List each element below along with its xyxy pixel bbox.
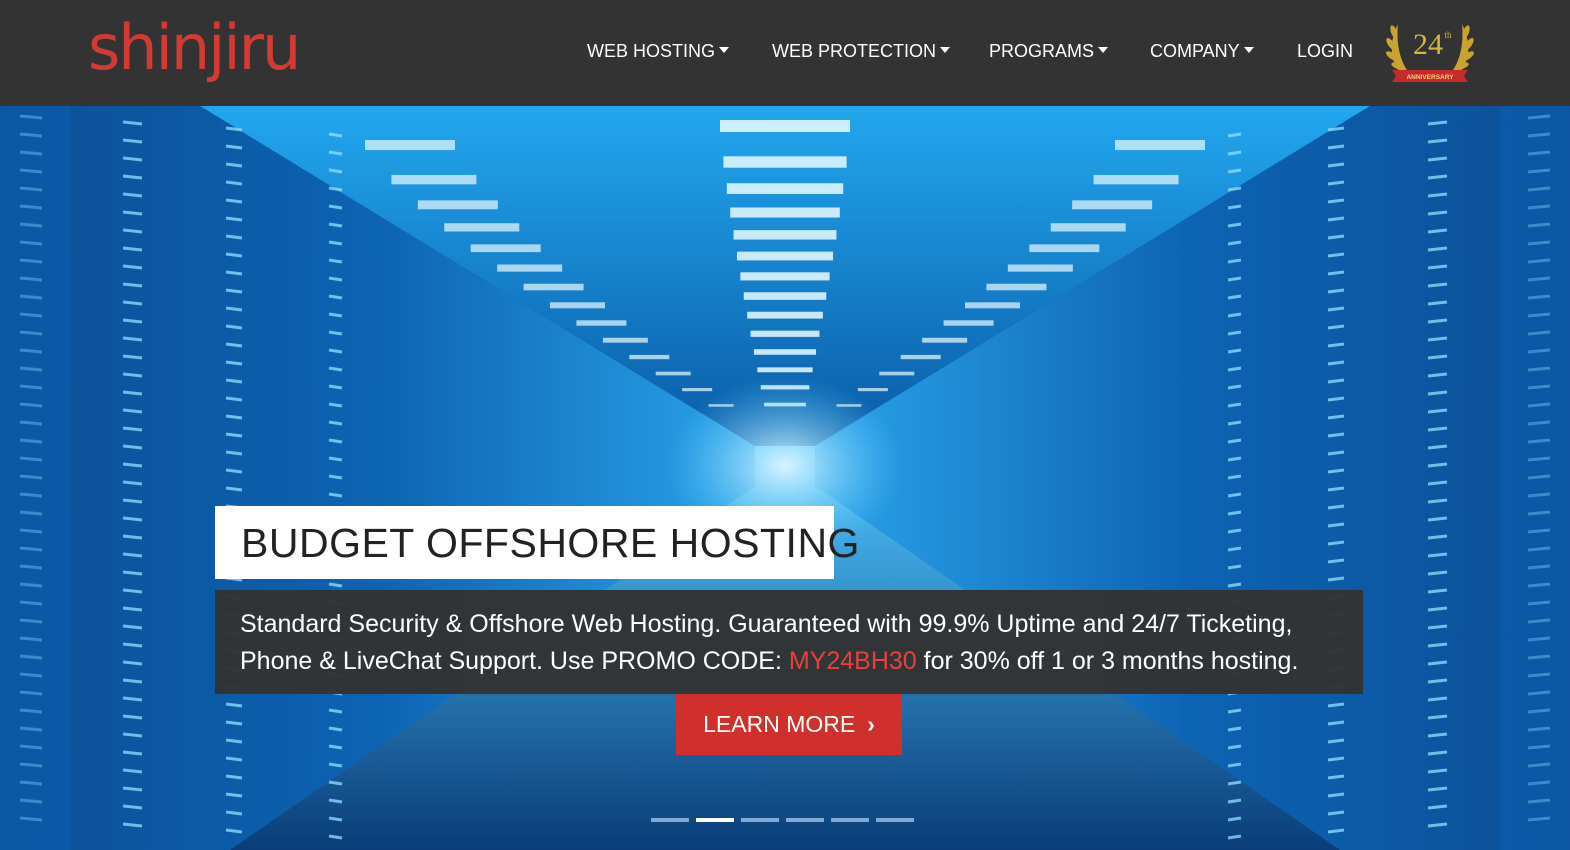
carousel-dot[interactable]: [876, 818, 914, 822]
hero-description-box: Standard Security & Offshore Web Hosting…: [215, 590, 1363, 694]
shinjiru-logo[interactable]: shinjiru: [88, 12, 301, 84]
hero-title: BUDGET OFFSHORE HOSTING: [241, 520, 860, 566]
hero-slider: BUDGET OFFSHORE HOSTING Standard Securit…: [0, 106, 1570, 850]
nav-web-hosting[interactable]: WEB HOSTING: [587, 38, 730, 64]
hero-description: Standard Security & Offshore Web Hosting…: [240, 610, 1299, 675]
nav-web-protection[interactable]: WEB PROTECTION: [772, 38, 951, 64]
top-navbar: shinjiru WEB HOSTING WEB PROTECTION PROG…: [0, 0, 1570, 106]
carousel-dot[interactable]: [831, 818, 869, 822]
svg-text:ANNIVERSARY: ANNIVERSARY: [1406, 74, 1454, 81]
learn-more-button[interactable]: LEARN MORE ›: [676, 694, 902, 755]
caret-down-icon: [1243, 47, 1254, 54]
promo-code: MY24BH30: [788, 647, 917, 675]
carousel-dot[interactable]: [786, 818, 824, 822]
nav-login[interactable]: LOGIN: [1297, 38, 1353, 64]
nav-company[interactable]: COMPANY: [1150, 38, 1254, 64]
anniversary-badge: 24 th ANNIVERSARY: [1386, 24, 1474, 82]
hero-title-box: BUDGET OFFSHORE HOSTING: [215, 506, 859, 579]
carousel-dot[interactable]: [741, 818, 779, 822]
carousel-dot[interactable]: [696, 818, 734, 822]
nav-programs[interactable]: PROGRAMS: [989, 38, 1109, 64]
svg-text:th: th: [1444, 30, 1452, 40]
chevron-right-icon: ›: [867, 711, 875, 737]
svg-text:24: 24: [1413, 28, 1443, 61]
caret-down-icon: [940, 47, 951, 54]
caret-down-icon: [719, 47, 730, 54]
caret-down-icon: [1098, 47, 1109, 54]
carousel-dot[interactable]: [651, 818, 689, 822]
